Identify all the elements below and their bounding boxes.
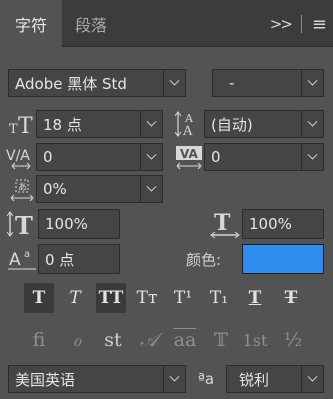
svg-text:VA: VA [180, 147, 198, 161]
font-size-dropdown[interactable]: 18 点 [36, 110, 163, 138]
underline-button[interactable]: T [240, 283, 270, 313]
svg-text:T: T [214, 210, 231, 236]
font-family-dropdown[interactable]: Adobe 黑体 Std [8, 69, 186, 97]
chevron-down-icon [301, 144, 323, 170]
all-caps-button[interactable]: TT [96, 283, 126, 313]
tracking-dropdown[interactable]: 0 [204, 143, 324, 171]
strikethrough-button[interactable]: T [276, 283, 306, 313]
tab-character[interactable]: 字符 [0, 0, 62, 48]
color-label: 颜色: [186, 251, 222, 269]
horizontal-scale-field[interactable]: 100% [242, 209, 324, 239]
stylistic-alternates-button[interactable]: aa [170, 325, 200, 355]
chevron-down-icon [301, 70, 323, 96]
horizontal-scale-value: 100% [249, 215, 292, 233]
language-value: 美国英语 [15, 370, 76, 389]
leading-icon: AA [174, 110, 202, 138]
leading-dropdown[interactable]: (自动) [204, 110, 324, 138]
expand-panel-icon[interactable]: >> [270, 15, 293, 33]
kerning-dropdown[interactable]: 0 [36, 143, 163, 171]
horizontal-scale-icon: T [210, 210, 242, 238]
tracking-value: 0 [211, 148, 221, 166]
svg-text:A: A [182, 124, 193, 137]
subscript-button[interactable]: T₁ [204, 283, 234, 313]
chevron-down-icon [140, 111, 162, 137]
chevron-down-icon [301, 111, 323, 137]
tsume-dropdown[interactable]: 0% [36, 175, 163, 203]
font-size-value: 18 点 [43, 115, 82, 134]
ordinals-button[interactable]: 1st [240, 325, 270, 355]
svg-text:T: T [9, 122, 18, 136]
baseline-shift-field[interactable]: 0 点 [38, 244, 120, 274]
svg-text:V/A: V/A [6, 148, 30, 164]
discretionary-ligatures-button[interactable]: st [98, 325, 128, 355]
text-color-swatch[interactable] [242, 244, 324, 274]
panel-controls: >> ≡ [270, 13, 327, 35]
language-dropdown[interactable]: 美国英语 [8, 365, 186, 393]
tsume-value: 0% [43, 180, 67, 198]
kerning-value: 0 [43, 148, 53, 166]
svg-text:あ: あ [18, 182, 27, 193]
svg-text:T: T [18, 114, 33, 136]
anti-alias-icon: ªa [197, 370, 215, 388]
chevron-down-icon [140, 176, 162, 202]
font-style-value: - [229, 74, 235, 92]
chevron-down-icon [163, 366, 185, 392]
anti-alias-dropdown[interactable]: 锐利 [226, 365, 324, 393]
svg-text:T: T [15, 211, 33, 238]
contextual-alternates-button[interactable]: ℴ [62, 325, 92, 355]
divider [300, 15, 302, 33]
titling-alternates-button[interactable]: 𝕋 [206, 325, 236, 355]
vertical-scale-value: 100% [45, 215, 88, 233]
font-family-value: Adobe 黑体 Std [15, 74, 127, 93]
font-style-dropdown[interactable]: - [212, 69, 324, 97]
svg-text:A: A [9, 250, 21, 270]
vertical-scale-field[interactable]: 100% [38, 209, 120, 239]
chevron-down-icon [140, 144, 162, 170]
tsume-icon: あ [8, 175, 36, 203]
kerning-icon: V/A [6, 143, 36, 171]
fractions-button[interactable]: ½ [278, 325, 308, 355]
superscript-button[interactable]: T¹ [168, 283, 198, 313]
svg-text:a: a [24, 249, 30, 260]
standard-ligatures-button[interactable]: ﬁ [24, 325, 54, 355]
panel-menu-icon[interactable]: ≡ [312, 14, 327, 35]
baseline-shift-icon: Aa [6, 245, 38, 273]
vertical-scale-icon: T [6, 210, 38, 238]
faux-bold-button[interactable]: T [24, 283, 54, 313]
font-size-icon: TT [8, 110, 36, 138]
small-caps-button[interactable]: Tт [132, 283, 162, 313]
chevron-down-icon [301, 366, 323, 392]
tab-paragraph[interactable]: 段落 [62, 0, 120, 47]
chevron-down-icon [163, 70, 185, 96]
faux-italic-button[interactable]: T [60, 283, 90, 313]
anti-alias-value: 锐利 [239, 370, 270, 389]
swash-button[interactable]: 𝒜 [134, 325, 164, 355]
leading-value: (自动) [211, 115, 253, 134]
tracking-icon: VA [174, 143, 204, 171]
baseline-shift-value: 0 点 [45, 250, 75, 269]
